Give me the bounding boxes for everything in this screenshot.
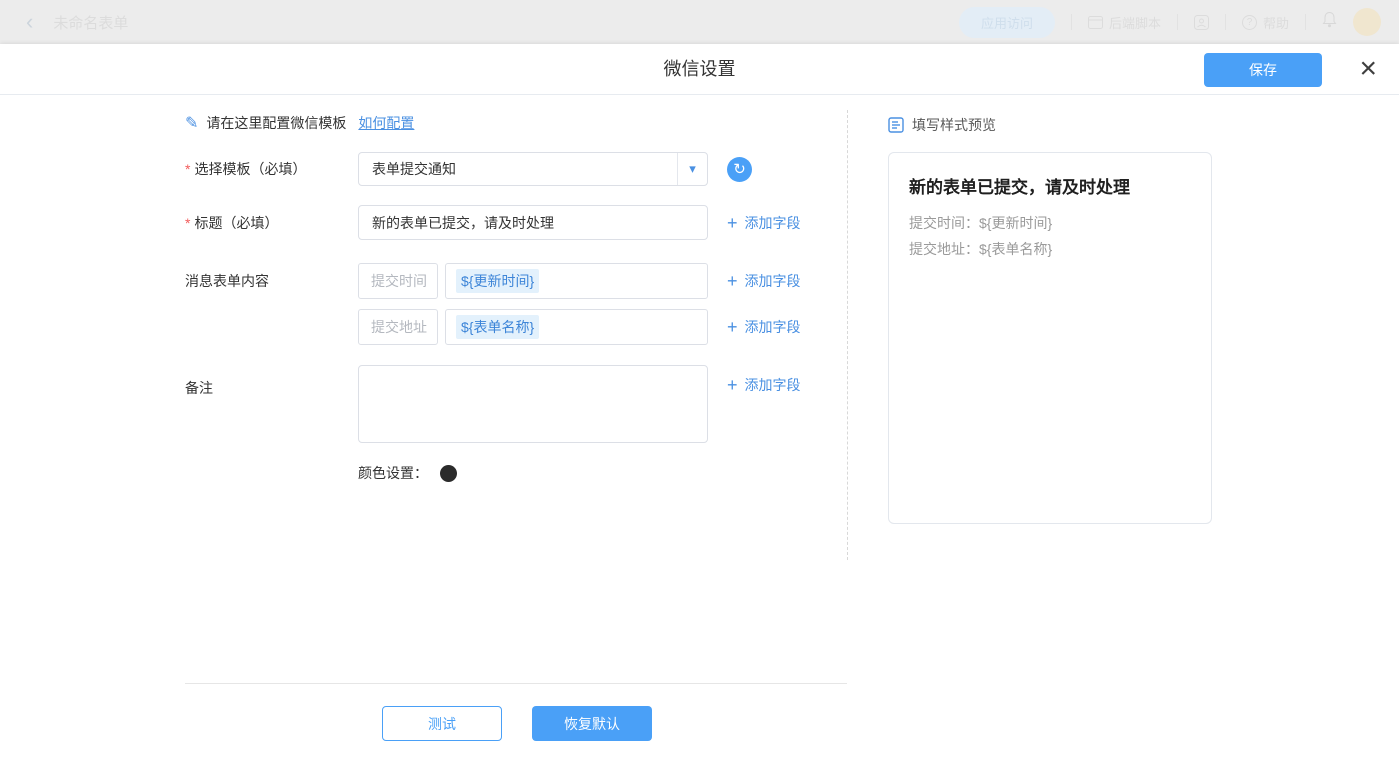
template-label: *选择模板（必填） xyxy=(185,159,358,179)
title-row: *标题（必填） + 添加字段 xyxy=(185,205,801,240)
plus-icon: + xyxy=(727,376,738,394)
screen: ‹ 未命名表单 应用访问 后端脚本 ? 帮助 xyxy=(0,0,1399,764)
add-field-label: 添加字段 xyxy=(745,317,801,337)
refresh-button[interactable]: ↻ xyxy=(727,157,752,182)
add-field-label: 添加字段 xyxy=(745,271,801,291)
required-mark: * xyxy=(185,215,190,231)
user-panel-button[interactable] xyxy=(1194,15,1209,30)
add-field-link[interactable]: + 添加字段 xyxy=(727,317,801,337)
restore-default-button[interactable]: 恢复默认 xyxy=(532,706,652,741)
plus-icon: + xyxy=(727,214,738,232)
config-hint-text: 请在这里配置微信模板 xyxy=(206,113,346,133)
config-hint-row: ✎ 请在这里配置微信模板 如何配置 xyxy=(185,113,414,133)
remark-row: 备注 + 添加字段 xyxy=(185,365,801,443)
app-access-button[interactable]: 应用访问 xyxy=(959,7,1055,38)
color-setting-label: 颜色设置： xyxy=(358,463,428,483)
plus-icon: + xyxy=(727,318,738,336)
content-key-box: 提交地址 xyxy=(358,309,438,345)
field-token: ${更新时间} xyxy=(456,269,539,293)
field-token: ${表单名称} xyxy=(456,315,539,339)
add-field-label: 添加字段 xyxy=(745,375,801,395)
preview-card: 新的表单已提交，请及时处理 提交时间：${更新时间} 提交地址：${表单名称} xyxy=(888,152,1212,524)
save-button[interactable]: 保存 xyxy=(1204,53,1322,87)
add-field-link[interactable]: + 添加字段 xyxy=(727,213,801,233)
backend-script-button[interactable]: 后端脚本 xyxy=(1088,13,1161,32)
help-label: 帮助 xyxy=(1263,13,1289,32)
plus-icon: + xyxy=(727,272,738,290)
add-field-label: 添加字段 xyxy=(745,213,801,233)
remark-textarea[interactable] xyxy=(358,365,708,443)
title-label: *标题（必填） xyxy=(185,213,358,233)
add-field-link[interactable]: + 添加字段 xyxy=(727,375,801,395)
required-mark: * xyxy=(185,161,190,177)
divider xyxy=(1177,14,1178,30)
divider xyxy=(1305,14,1306,30)
test-button[interactable]: 测试 xyxy=(382,706,502,741)
preview-line: 提交地址：${表单名称} xyxy=(909,236,1191,262)
content-value-input[interactable]: ${表单名称} xyxy=(445,309,708,345)
pencil-icon: ✎ xyxy=(185,113,198,133)
back-icon[interactable]: ‹ xyxy=(26,11,33,33)
close-icon[interactable]: × xyxy=(1359,50,1377,88)
form-name: 未命名表单 xyxy=(53,12,128,33)
add-field-link[interactable]: + 添加字段 xyxy=(727,271,801,291)
template-select-value: 表单提交通知 xyxy=(359,159,677,179)
title-input[interactable] xyxy=(358,205,708,240)
vertical-dashed-divider xyxy=(847,110,848,560)
user-icon xyxy=(1194,15,1209,30)
chevron-down-icon[interactable]: ▾ xyxy=(677,153,707,185)
remark-label: 备注 xyxy=(185,365,358,398)
content-value-input[interactable]: ${更新时间} xyxy=(445,263,708,299)
bell-icon[interactable] xyxy=(1322,11,1337,33)
page-title: 微信设置 xyxy=(0,44,1399,95)
color-setting-row: 颜色设置： xyxy=(358,463,457,483)
avatar[interactable] xyxy=(1353,8,1381,36)
wechat-settings-modal: 微信设置 保存 × ✎ 请在这里配置微信模板 如何配置 *选择模板（必填） 表单… xyxy=(0,44,1399,764)
template-select[interactable]: 表单提交通知 ▾ xyxy=(358,152,708,186)
preview-header: 填写样式预览 xyxy=(888,115,996,135)
modal-content: ✎ 请在这里配置微信模板 如何配置 *选择模板（必填） 表单提交通知 ▾ ↻ *… xyxy=(0,95,1399,764)
divider xyxy=(1225,14,1226,30)
content-row-2: 提交地址 ${表单名称} + 添加字段 xyxy=(185,309,801,345)
backend-script-label: 后端脚本 xyxy=(1109,13,1161,32)
template-row: *选择模板（必填） 表单提交通知 ▾ ↻ xyxy=(185,152,752,186)
content-row-1: 消息表单内容 提交时间 ${更新时间} + 添加字段 xyxy=(185,263,801,299)
question-icon: ? xyxy=(1242,15,1257,30)
preview-doc-icon xyxy=(888,117,904,133)
content-key-box: 提交时间 xyxy=(358,263,438,299)
modal-header: 微信设置 保存 × xyxy=(0,44,1399,95)
topbar: ‹ 未命名表单 应用访问 后端脚本 ? 帮助 xyxy=(0,0,1399,44)
preview-title: 新的表单已提交，请及时处理 xyxy=(909,173,1191,198)
preview-line: 提交时间：${更新时间} xyxy=(909,210,1191,236)
window-icon xyxy=(1088,16,1103,29)
how-to-configure-link[interactable]: 如何配置 xyxy=(358,113,414,133)
bottom-divider xyxy=(185,683,847,684)
divider xyxy=(1071,14,1072,30)
preview-header-label: 填写样式预览 xyxy=(912,115,996,135)
color-swatch[interactable] xyxy=(440,465,457,482)
content-section-label: 消息表单内容 xyxy=(185,271,358,291)
template-label-text: 选择模板（必填） xyxy=(194,161,306,177)
help-button[interactable]: ? 帮助 xyxy=(1242,13,1289,32)
title-label-text: 标题（必填） xyxy=(194,215,278,231)
